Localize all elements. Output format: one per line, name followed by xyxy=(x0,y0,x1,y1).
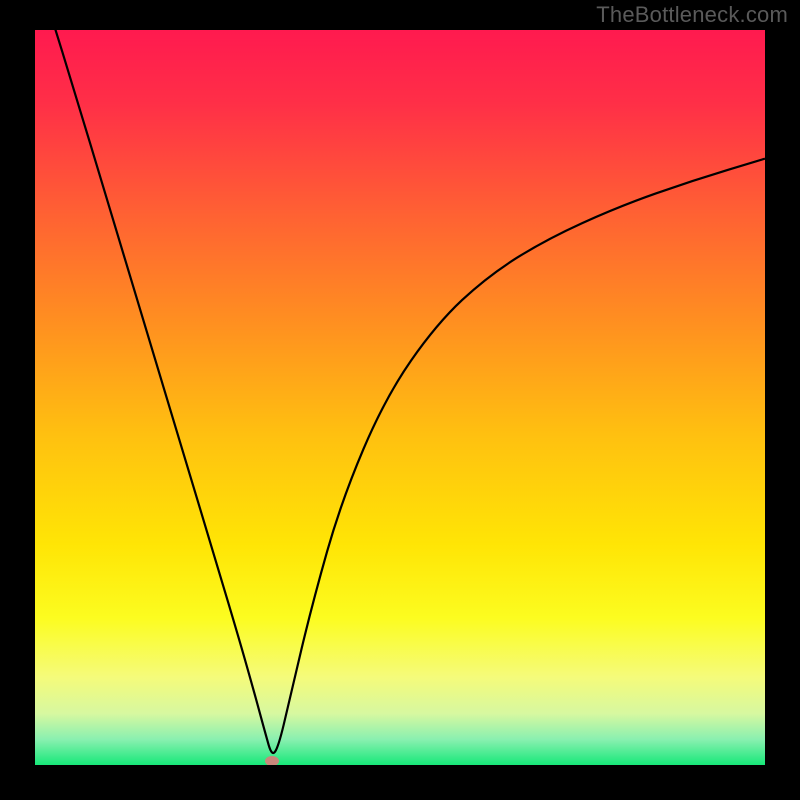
plot-area xyxy=(35,30,765,765)
watermark-text: TheBottleneck.com xyxy=(596,2,788,28)
minimum-marker xyxy=(265,756,279,765)
bottleneck-curve xyxy=(35,30,765,765)
